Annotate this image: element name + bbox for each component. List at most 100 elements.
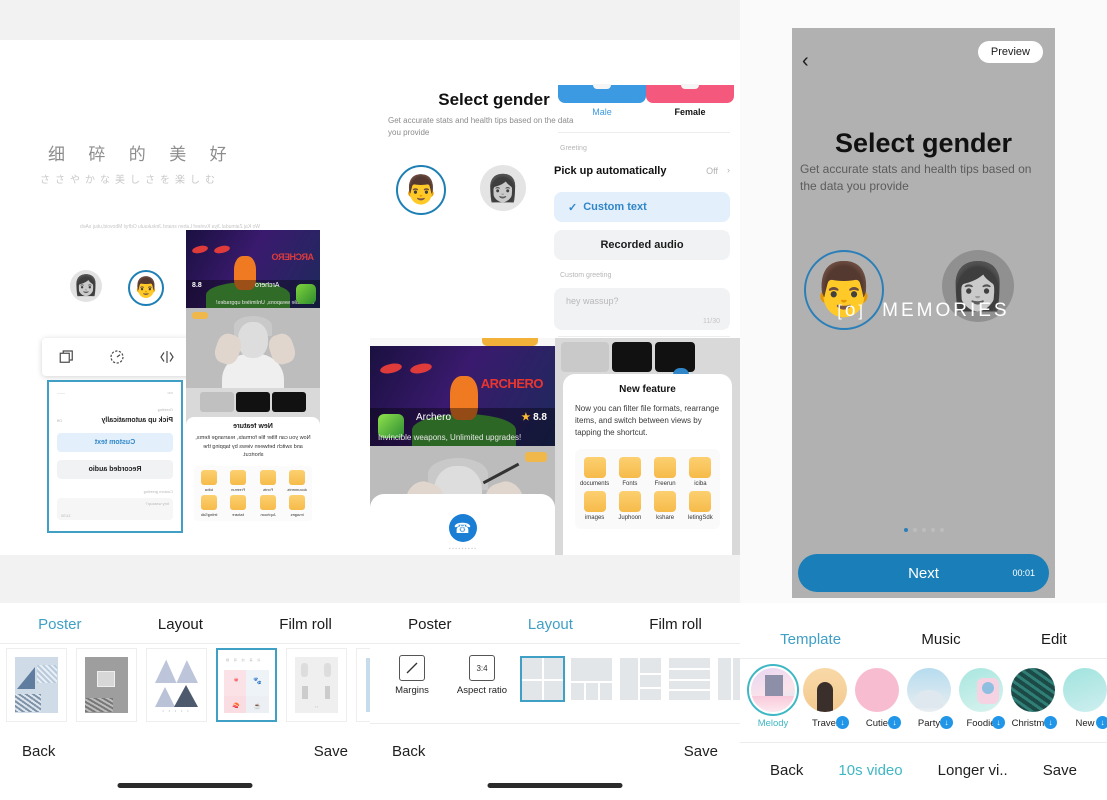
gender-avatar-female-small[interactable]: 👩 <box>480 165 526 211</box>
grid-layout-rows-4[interactable] <box>669 658 710 700</box>
template-party[interactable]: ↓ Party <box>903 668 955 729</box>
poster-selected-element[interactable]: •••• —— Greeting Pick up automatically O… <box>47 380 183 533</box>
page-dot[interactable] <box>912 528 917 532</box>
rotate-icon[interactable] <box>108 348 126 366</box>
template-strip[interactable]: Melody ↓ Travel ↓ Cutie ↓ Party ↓ Foodie… <box>747 664 1107 729</box>
duplicate-icon[interactable] <box>58 348 76 366</box>
folder-item[interactable]: iciba <box>685 457 716 487</box>
video-preview-frame[interactable]: ‹ Preview Select gender Get accurate sta… <box>792 28 1055 598</box>
folder-item[interactable]: images <box>579 491 610 521</box>
tab-film-roll[interactable]: Film roll <box>649 616 702 633</box>
poster-thumbnail-strip[interactable]: • • • • • 細 碎 的 美 好 🍬 🐾 🍣 ☕ ▪ ▪ <box>0 648 370 722</box>
layout-canvas[interactable]: Select gender Get accurate stats and hea… <box>370 40 740 595</box>
panel-layout-editor: Select gender Get accurate stats and hea… <box>370 0 740 800</box>
download-icon[interactable]: ↓ <box>1096 716 1107 729</box>
female-tab[interactable]: Female <box>646 84 734 117</box>
grid-layout-cols-3[interactable] <box>718 658 740 700</box>
recorded-audio-option[interactable]: Recorded audio <box>554 230 730 260</box>
back-button[interactable]: Back <box>392 743 425 760</box>
chevron-right-icon[interactable]: › <box>727 165 730 175</box>
save-button[interactable]: Save <box>684 743 718 760</box>
back-button[interactable]: Back <box>770 762 803 779</box>
code-brackets-icon[interactable] <box>158 348 176 366</box>
panel2-tabs[interactable]: Poster Layout Film roll <box>370 607 740 641</box>
custom-greeting-input[interactable]: hey wassup? 11/30 <box>554 288 730 330</box>
folder-item[interactable]: kshare <box>650 491 681 521</box>
folder-item[interactable]: letingSdk <box>685 491 716 521</box>
next-button[interactable]: Next 00:01 <box>798 554 1049 592</box>
template-melody[interactable]: Melody <box>747 664 799 729</box>
poster-thumb-5[interactable]: ▪ ▪ <box>286 648 347 722</box>
panel3-footer[interactable]: Back 10s video Longer vi.. Save <box>740 762 1107 779</box>
page-dot-active[interactable] <box>903 528 908 532</box>
template-christmas[interactable]: ↓ Christmas <box>1007 668 1059 729</box>
folder-item[interactable]: Freerun <box>650 457 681 487</box>
folder-label: Fonts <box>262 486 273 492</box>
aspect-ratio-tool[interactable]: 3:4 Aspect ratio <box>454 655 510 696</box>
phone-call-button[interactable]: ☎ <box>448 514 477 542</box>
save-button[interactable]: Save <box>314 743 348 760</box>
folder-label: images <box>584 515 605 521</box>
folder-item[interactable]: Fonts <box>614 457 645 487</box>
gender-avatar-male-small[interactable]: 👨 <box>396 165 446 215</box>
home-indicator[interactable] <box>487 783 623 788</box>
save-button[interactable]: Save <box>1043 762 1077 779</box>
grid-layout-strip[interactable] <box>520 656 740 702</box>
download-icon[interactable]: ↓ <box>992 716 1005 729</box>
tab-edit[interactable]: Edit <box>1041 631 1067 648</box>
preview-button[interactable]: Preview <box>977 41 1043 63</box>
template-cutie[interactable]: ↓ Cutie <box>851 668 903 729</box>
custom-text-option[interactable]: ✓ Custom text <box>554 192 730 222</box>
folder-item[interactable]: Juphoon <box>614 491 645 521</box>
preview-subtitle: Get accurate stats and health tips based… <box>800 162 1032 194</box>
template-foodie[interactable]: ↓ Foodie <box>955 668 1007 729</box>
folder-item: Juphoon <box>255 494 281 517</box>
download-icon[interactable]: ↓ <box>1044 716 1057 729</box>
home-indicator[interactable] <box>117 783 253 788</box>
tab-layout[interactable]: Layout <box>528 616 573 633</box>
male-tab[interactable]: Male <box>558 84 646 117</box>
poster-thumb-6[interactable] <box>356 648 370 722</box>
mini-dot: •••• <box>167 390 173 395</box>
longer-video-button[interactable]: Longer vi.. <box>938 762 1008 779</box>
tab-template[interactable]: Template <box>780 631 841 648</box>
element-toolbar[interactable] <box>42 338 192 376</box>
template-travel[interactable]: ↓ Travel <box>799 668 851 729</box>
poster-thumb-4[interactable]: 細 碎 的 美 好 🍬 🐾 🍣 ☕ <box>216 648 277 722</box>
chevron-left-icon[interactable]: ‹ <box>802 50 809 73</box>
panel1-tabs[interactable]: Poster Layout Film roll <box>0 607 370 641</box>
page-dot[interactable] <box>930 528 935 532</box>
tab-music[interactable]: Music <box>921 631 960 648</box>
grid-layout-left-split[interactable] <box>620 658 661 700</box>
page-dot[interactable] <box>921 528 926 532</box>
poster-thumb-1[interactable] <box>6 648 67 722</box>
pick-up-automatically-row[interactable]: Pick up automatically <box>554 165 730 177</box>
tab-poster[interactable]: Poster <box>38 616 81 633</box>
grid-layout-top-3bottom[interactable] <box>571 658 612 700</box>
template-thumb <box>1011 668 1055 712</box>
panel3-tabs[interactable]: Template Music Edit <box>740 622 1107 656</box>
download-icon[interactable]: ↓ <box>940 716 953 729</box>
short-video-button[interactable]: 10s video <box>838 762 902 779</box>
poster-thumb-3[interactable]: • • • • • <box>146 648 207 722</box>
layout-tool-strip[interactable]: Margins 3:4 Aspect ratio <box>370 655 740 702</box>
page-dot[interactable] <box>939 528 944 532</box>
margins-label: Margins <box>395 685 429 696</box>
panel1-footer[interactable]: Back Save <box>0 743 370 760</box>
folder-item[interactable]: documents <box>579 457 610 487</box>
margins-tool[interactable]: Margins <box>384 655 440 696</box>
poster-right-collage[interactable]: ARCHERO Archero 8.8 Invincible weapons, … <box>186 230 320 535</box>
download-icon[interactable]: ↓ <box>888 716 901 729</box>
template-new[interactable]: ↓ New <box>1059 668 1107 729</box>
panel2-footer[interactable]: Back Save <box>370 743 740 760</box>
panel1-gap-strip <box>0 555 370 603</box>
poster-thumb-2[interactable] <box>76 648 137 722</box>
download-icon[interactable]: ↓ <box>836 716 849 729</box>
tab-layout[interactable]: Layout <box>158 616 203 633</box>
back-button[interactable]: Back <box>22 743 55 760</box>
folder-label: images <box>290 511 304 517</box>
tab-film-roll[interactable]: Film roll <box>279 616 332 633</box>
grid-layout-2x2[interactable] <box>520 656 565 702</box>
tab-poster[interactable]: Poster <box>408 616 451 633</box>
poster-canvas[interactable]: 细 碎 的 美 好 ささやかな美しさを楽しむ Wo Kaj Zaimudal J… <box>0 40 370 555</box>
